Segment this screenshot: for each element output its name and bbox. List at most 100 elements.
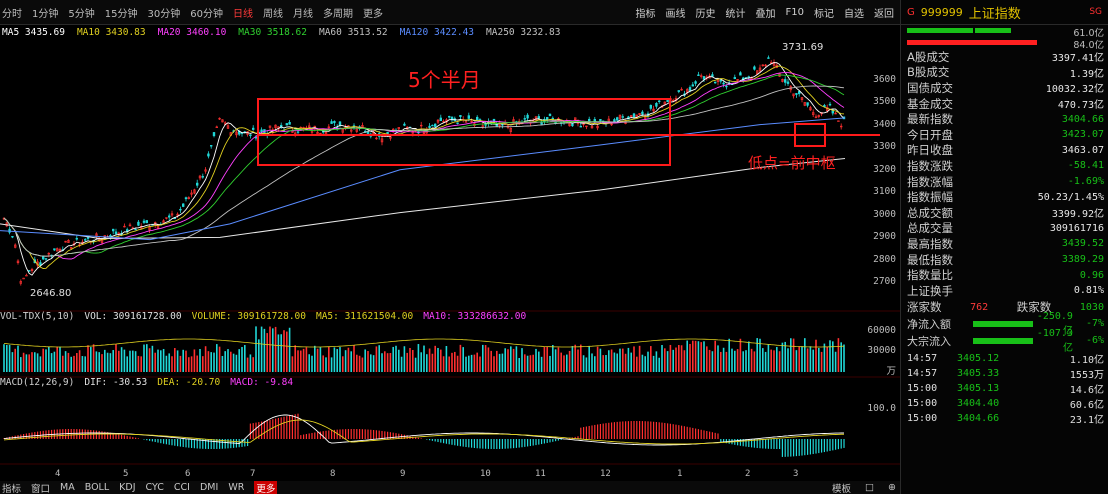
ma-value: 3513.52 <box>347 26 388 38</box>
volume-bar <box>316 348 319 372</box>
volume-bar <box>585 357 588 372</box>
volume-bar <box>588 346 590 372</box>
volume-bar <box>843 344 845 372</box>
function-tab[interactable]: 历史 <box>696 5 716 20</box>
ma-label: MA30 <box>238 26 262 38</box>
volume-bar <box>179 355 182 372</box>
volume-bar <box>518 357 520 372</box>
period-tab[interactable]: 多周期 <box>323 5 353 20</box>
volume-bar <box>526 355 529 372</box>
candle-body <box>475 116 479 121</box>
function-tab[interactable]: 画线 <box>666 5 686 20</box>
up-count: 762 <box>970 301 989 313</box>
period-tab[interactable]: 周线 <box>263 5 283 20</box>
period-tab[interactable]: 5分钟 <box>68 5 94 20</box>
volume-bar <box>204 346 207 372</box>
tick-time: 14:57 <box>907 368 938 380</box>
volume-bar <box>605 355 607 372</box>
indicator-tab[interactable]: CCI <box>174 482 190 493</box>
volume-bar <box>812 349 814 372</box>
volume-bar <box>574 344 576 372</box>
volume-bar <box>386 353 389 372</box>
volume-bar <box>636 356 638 372</box>
template-control[interactable]: □ <box>865 482 874 493</box>
indicator-tab[interactable]: MA <box>60 482 75 493</box>
annotation-box <box>257 98 671 166</box>
tick-volume: 23.1亿 <box>1069 415 1104 427</box>
volume-bar <box>249 354 252 372</box>
function-tab[interactable]: 标记 <box>814 5 834 20</box>
candle-body <box>296 131 300 133</box>
indicator-tab[interactable]: DMI <box>200 482 218 493</box>
function-tab[interactable]: F10 <box>786 7 804 18</box>
volume-bar <box>286 331 288 372</box>
function-tab[interactable]: 指标 <box>636 5 656 20</box>
volume-bar <box>580 344 582 372</box>
stat-row: 总成交额 3399.92亿 <box>901 205 1108 221</box>
function-tab[interactable]: 自选 <box>844 5 864 20</box>
indicator-tab[interactable]: 更多 <box>254 480 278 494</box>
volume-bar <box>283 330 285 372</box>
stat-value: 3397.41亿 <box>1051 53 1104 65</box>
volume-bar <box>608 350 610 372</box>
month-label: 7 <box>250 469 255 479</box>
period-tab[interactable]: 月线 <box>293 5 313 20</box>
indicator-tab[interactable]: 窗口 <box>31 481 50 494</box>
candle-body <box>428 125 431 128</box>
indicator-tab[interactable]: CYC <box>146 482 164 493</box>
kline-chart[interactable]: 4 5 6 7 8 9 10 11 12 1 2 3 <box>0 39 900 494</box>
volume-bar <box>641 354 644 372</box>
tick-price: 3404.40 <box>957 398 1000 410</box>
volume-bar <box>364 349 366 372</box>
month-label: 3 <box>793 469 798 479</box>
volume-bar <box>700 342 702 372</box>
volume-bar <box>11 352 14 372</box>
period-tab[interactable]: 30分钟 <box>147 5 180 20</box>
candle-body <box>196 182 199 186</box>
indicator-tab[interactable]: 指标 <box>2 481 21 494</box>
function-tab[interactable]: 叠加 <box>756 5 776 20</box>
period-tab[interactable]: 日线 <box>233 5 253 20</box>
indicator-tab[interactable]: KDJ <box>119 482 135 493</box>
ma-value: 3518.62 <box>266 26 307 38</box>
volume-bar <box>442 356 445 372</box>
period-tab[interactable]: 1分钟 <box>32 5 58 20</box>
indicator-tab[interactable]: WR <box>228 482 244 493</box>
volume-bar <box>84 356 86 372</box>
ratio-row-2: 84.0亿 <box>901 37 1108 51</box>
volume-bar <box>669 344 672 372</box>
period-tab[interactable]: 分时 <box>2 5 22 20</box>
volume-legend: VOL-TDX(5,10) VOL: 309161728.00 VOLUME: … <box>0 311 526 324</box>
period-tab[interactable]: 60分钟 <box>190 5 223 20</box>
template-control[interactable]: 模板 <box>832 481 851 494</box>
candle-body <box>114 231 118 235</box>
template-control[interactable]: ⊕ <box>888 482 896 493</box>
price-axis-label: 2900 <box>873 231 896 243</box>
period-tab[interactable]: 15分钟 <box>105 5 138 20</box>
stat-row: 基金成交 470.73亿 <box>901 96 1108 112</box>
volume-bar <box>459 344 462 372</box>
candle-body <box>41 255 45 260</box>
volume-bar <box>412 349 414 372</box>
volume-bar <box>823 343 826 372</box>
volume-bar <box>325 357 327 372</box>
volume-bar <box>764 351 767 372</box>
candle-body <box>621 116 625 118</box>
stat-label: 国债成交 <box>907 80 953 95</box>
function-tab[interactable]: 返回 <box>874 5 894 20</box>
stat-row: 最新指数 3404.66 <box>901 111 1108 127</box>
indicator-tab[interactable]: BOLL <box>85 482 109 493</box>
candle-body <box>747 76 751 78</box>
candle-body <box>753 66 756 70</box>
volume-bar <box>78 350 81 372</box>
volume-bar <box>213 352 215 372</box>
price-axis-label: 3000 <box>873 208 896 220</box>
candle-body <box>641 111 644 115</box>
period-tab[interactable]: 更多 <box>363 5 383 20</box>
volume-bar <box>781 342 784 372</box>
candle-body <box>433 123 437 127</box>
stat-label: 指数涨幅 <box>907 174 953 189</box>
function-tab[interactable]: 统计 <box>726 5 746 20</box>
month-label: 12 <box>600 469 611 479</box>
volume-bar <box>53 351 56 372</box>
